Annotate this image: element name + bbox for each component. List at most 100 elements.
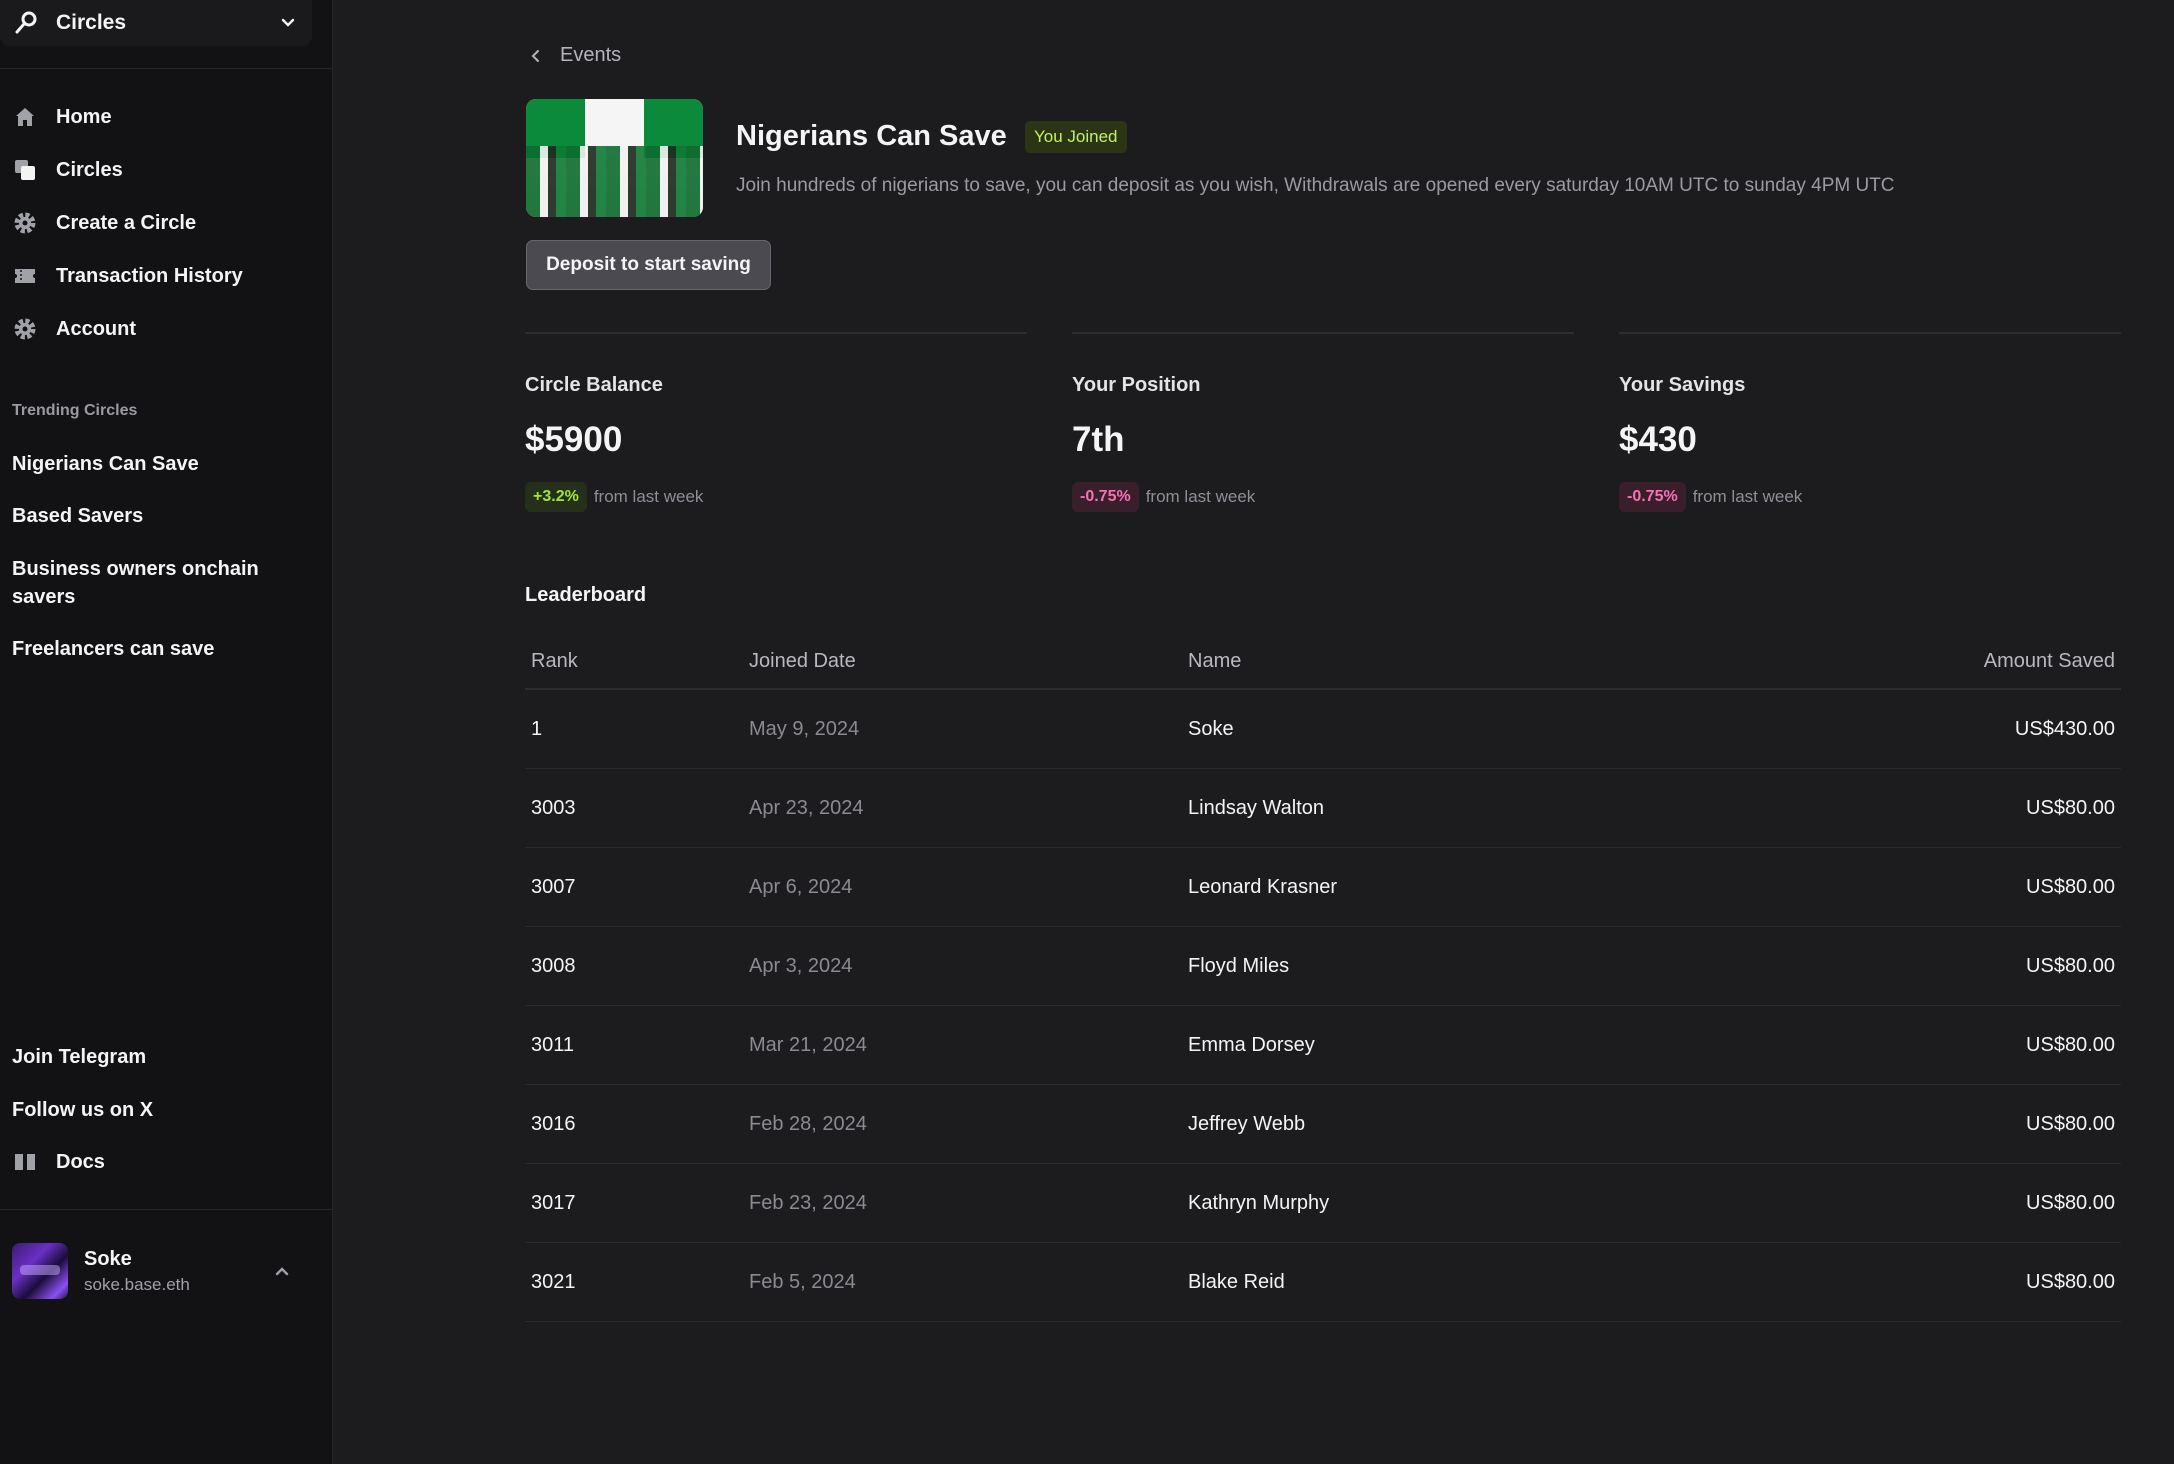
table-row: 3017 Feb 23, 2024 Kathryn Murphy US$80.00 <box>525 1164 2121 1243</box>
joined-date-cell: Apr 3, 2024 <box>749 955 853 977</box>
sidebar: Circles Home Circles Create a Circle Tra… <box>0 0 333 1464</box>
table-row: 3007 Apr 6, 2024 Leonard Krasner US$80.00 <box>525 848 2121 927</box>
rank-cell: 3007 <box>531 876 576 898</box>
joined-date-cell: Feb 28, 2024 <box>749 1113 867 1135</box>
table-row: 3011 Mar 21, 2024 Emma Dorsey US$80.00 <box>525 1006 2121 1085</box>
sidebar-item-account[interactable]: Account <box>12 309 136 349</box>
trending-item[interactable]: Based Savers <box>12 502 302 530</box>
sidebar-divider <box>0 1209 333 1210</box>
book-icon <box>12 1149 38 1175</box>
page-title: Nigerians Can Save <box>736 120 1007 152</box>
table-row: 3008 Apr 3, 2024 Floyd Miles US$80.00 <box>525 927 2121 1006</box>
stat-label: Your Savings <box>1619 374 1746 396</box>
name-cell: Lindsay Walton <box>1188 797 1324 819</box>
amount-cell: US$80.00 <box>2026 1271 2115 1293</box>
table-row: 1 May 9, 2024 Soke US$430.00 <box>525 690 2121 769</box>
trending-item[interactable]: Nigerians Can Save <box>12 450 302 478</box>
join-telegram-link[interactable]: Join Telegram <box>12 1037 146 1077</box>
trending-item[interactable]: Business owners onchain savers <box>12 555 302 611</box>
amount-cell: US$80.00 <box>2026 1034 2115 1056</box>
amount-cell: US$80.00 <box>2026 1113 2115 1135</box>
app-switcher[interactable]: Circles <box>0 0 312 46</box>
rank-cell: 3003 <box>531 797 576 819</box>
docs-link[interactable]: Docs <box>12 1142 105 1182</box>
trending-item[interactable]: Freelancers can save <box>12 635 302 663</box>
column-header-name: Name <box>1188 650 1242 672</box>
joined-date-cell: Apr 6, 2024 <box>749 876 853 898</box>
stat-circle-balance: Circle Balance $5900 +3.2% from last wee… <box>525 332 1027 512</box>
stat-your-savings: Your Savings $430 -0.75% from last week <box>1619 332 2121 512</box>
ticket-icon <box>12 263 38 289</box>
rank-cell: 3011 <box>531 1034 575 1056</box>
stat-value: $430 <box>1619 420 1697 459</box>
circle-image <box>526 99 703 217</box>
name-cell: Soke <box>1188 718 1234 740</box>
gear-icon <box>12 316 38 342</box>
chevron-up-icon <box>275 1267 289 1276</box>
trending-circles-heading: Trending Circles <box>12 402 138 419</box>
rank-cell: 1 <box>531 718 543 740</box>
crowd-graphic <box>526 146 703 217</box>
avatar <box>12 1243 68 1299</box>
stat-value: 7th <box>1072 420 1125 459</box>
stat-change: +3.2% from last week <box>525 482 703 512</box>
change-pill: -0.75% <box>1619 482 1686 512</box>
joined-date-cell: Apr 23, 2024 <box>749 797 864 819</box>
stat-label: Circle Balance <box>525 374 663 396</box>
joined-date-cell: Feb 5, 2024 <box>749 1271 856 1293</box>
change-period: from last week <box>1692 487 1803 506</box>
name-cell: Jeffrey Webb <box>1188 1113 1306 1135</box>
joined-date-cell: Feb 23, 2024 <box>749 1192 867 1214</box>
name-cell: Kathryn Murphy <box>1188 1192 1330 1214</box>
stat-change: -0.75% from last week <box>1619 482 1802 512</box>
circle-description: Join hundreds of nigerians to save, you … <box>736 175 1895 196</box>
sidebar-item-label: Create a Circle <box>56 211 197 234</box>
column-header-amount: Amount Saved <box>1983 650 2115 672</box>
user-menu[interactable]: Soke soke.base.eth <box>12 1243 302 1299</box>
back-to-events[interactable]: Events <box>528 44 621 67</box>
rank-cell: 3017 <box>531 1192 576 1214</box>
home-icon <box>12 104 38 130</box>
join-telegram-label: Join Telegram <box>12 1045 147 1068</box>
rank-cell: 3008 <box>531 955 576 977</box>
change-period: from last week <box>1145 487 1256 506</box>
app-switcher-label: Circles <box>56 11 127 34</box>
joined-date-cell: May 9, 2024 <box>749 718 860 740</box>
sidebar-item-circles[interactable]: Circles <box>12 150 123 190</box>
sidebar-item-transaction-history[interactable]: Transaction History <box>12 256 243 296</box>
docs-label: Docs <box>56 1150 105 1173</box>
status-badge: You Joined <box>1025 121 1127 153</box>
leaderboard-table: Rank Joined Date Name Amount Saved 1 May … <box>525 640 2121 1322</box>
sidebar-item-create-circle[interactable]: Create a Circle <box>12 203 196 243</box>
table-row: 3003 Apr 23, 2024 Lindsay Walton US$80.00 <box>525 769 2121 848</box>
user-handle: soke.base.eth <box>84 1274 190 1294</box>
change-period: from last week <box>593 487 704 506</box>
change-pill: -0.75% <box>1072 482 1139 512</box>
sidebar-item-label: Circles <box>56 158 123 181</box>
amount-cell: US$80.00 <box>2026 955 2115 977</box>
amount-cell: US$80.00 <box>2026 797 2115 819</box>
joined-date-cell: Mar 21, 2024 <box>749 1034 867 1056</box>
name-cell: Leonard Krasner <box>1188 876 1337 898</box>
follow-x-link[interactable]: Follow us on X <box>12 1090 153 1130</box>
table-row: 3016 Feb 28, 2024 Jeffrey Webb US$80.00 <box>525 1085 2121 1164</box>
gear-icon <box>12 210 38 236</box>
leaderboard-title: Leaderboard <box>525 584 647 606</box>
table-header: Rank Joined Date Name Amount Saved <box>525 640 2121 690</box>
column-header-rank: Rank <box>531 650 578 672</box>
stat-value: $5900 <box>525 420 623 459</box>
sidebar-item-label: Transaction History <box>56 264 243 287</box>
chevron-down-icon <box>281 18 295 27</box>
sidebar-item-home[interactable]: Home <box>12 97 112 137</box>
name-cell: Floyd Miles <box>1188 955 1290 977</box>
chevron-left-icon <box>531 49 539 62</box>
amount-cell: US$80.00 <box>2026 1192 2115 1214</box>
name-cell: Blake Reid <box>1188 1271 1285 1293</box>
table-row: 3021 Feb 5, 2024 Blake Reid US$80.00 <box>525 1243 2121 1322</box>
column-header-joined-date: Joined Date <box>749 650 856 672</box>
deposit-button[interactable]: Deposit to start saving <box>526 240 771 290</box>
stat-change: -0.75% from last week <box>1072 482 1255 512</box>
change-pill: +3.2% <box>525 482 587 512</box>
amount-cell: US$80.00 <box>2026 876 2115 898</box>
logo-icon <box>15 11 37 34</box>
